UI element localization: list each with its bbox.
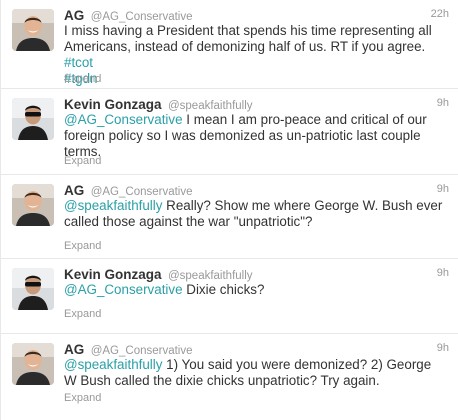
- tweet-item[interactable]: AG @AG_Conservative 22h I miss having a …: [1, 0, 458, 89]
- mention-link[interactable]: @AG_Conservative: [64, 282, 183, 297]
- expand-link[interactable]: Expand: [64, 308, 101, 320]
- tweet-timestamp[interactable]: 22h: [431, 8, 449, 20]
- author-name[interactable]: AG: [64, 8, 84, 23]
- author-name[interactable]: Kevin Gonzaga: [64, 97, 162, 112]
- expand-link[interactable]: Expand: [64, 73, 101, 85]
- tweet-text-body: Dixie chicks?: [182, 282, 265, 297]
- tweet-text-body: I miss having a President that spends hi…: [64, 23, 432, 54]
- tweet-text: @AG_Conservative Dixie chicks?: [64, 282, 444, 298]
- author-handle[interactable]: @AG_Conservative: [91, 345, 193, 357]
- author-name[interactable]: AG: [64, 183, 84, 198]
- author-handle[interactable]: @AG_Conservative: [91, 186, 193, 198]
- mention-link[interactable]: @speakfaithfully: [64, 357, 162, 372]
- author-handle[interactable]: @speakfaithfully: [168, 270, 253, 282]
- profile-photo-man-sunglasses-icon[interactable]: [12, 268, 54, 310]
- tweet-item[interactable]: AG @AG_Conservative 9h @speakfaithfully …: [1, 175, 458, 259]
- tweet-text: @speakfaithfully 1) You said you were de…: [64, 357, 444, 389]
- tweet-timeline: AG @AG_Conservative 22h I miss having a …: [0, 0, 458, 420]
- profile-photo-man-smiling-icon[interactable]: [12, 9, 54, 51]
- profile-photo-man-sunglasses-icon[interactable]: [12, 98, 54, 140]
- mention-link[interactable]: @AG_Conservative: [64, 112, 183, 127]
- tweet-item[interactable]: Kevin Gonzaga @speakfaithfully 9h @AG_Co…: [1, 89, 458, 175]
- expand-link[interactable]: Expand: [64, 392, 101, 404]
- tweet-text: @AG_Conservative I mean I am pro-peace a…: [64, 112, 444, 160]
- hashtag-link[interactable]: #tcot: [64, 55, 93, 70]
- tweet-text: I miss having a President that spends hi…: [64, 23, 444, 87]
- expand-link[interactable]: Expand: [64, 155, 101, 167]
- tweet-item[interactable]: Kevin Gonzaga @speakfaithfully 9h @AG_Co…: [1, 259, 458, 334]
- tweet-timestamp[interactable]: 9h: [437, 97, 449, 109]
- profile-photo-man-smiling-icon[interactable]: [12, 184, 54, 226]
- profile-photo-man-smiling-icon[interactable]: [12, 343, 54, 385]
- tweet-text: @speakfaithfully Really? Show me where G…: [64, 198, 444, 230]
- tweet-item[interactable]: AG @AG_Conservative 9h @speakfaithfully …: [1, 334, 458, 420]
- tweet-timestamp[interactable]: 9h: [437, 183, 449, 195]
- author-handle[interactable]: @AG_Conservative: [91, 11, 193, 23]
- author-name[interactable]: AG: [64, 342, 84, 357]
- tweet-timestamp[interactable]: 9h: [437, 267, 449, 279]
- author-name[interactable]: Kevin Gonzaga: [64, 267, 162, 282]
- author-handle[interactable]: @speakfaithfully: [168, 100, 253, 112]
- mention-link[interactable]: @speakfaithfully: [64, 198, 162, 213]
- expand-link[interactable]: Expand: [64, 240, 101, 252]
- tweet-timestamp[interactable]: 9h: [437, 342, 449, 354]
